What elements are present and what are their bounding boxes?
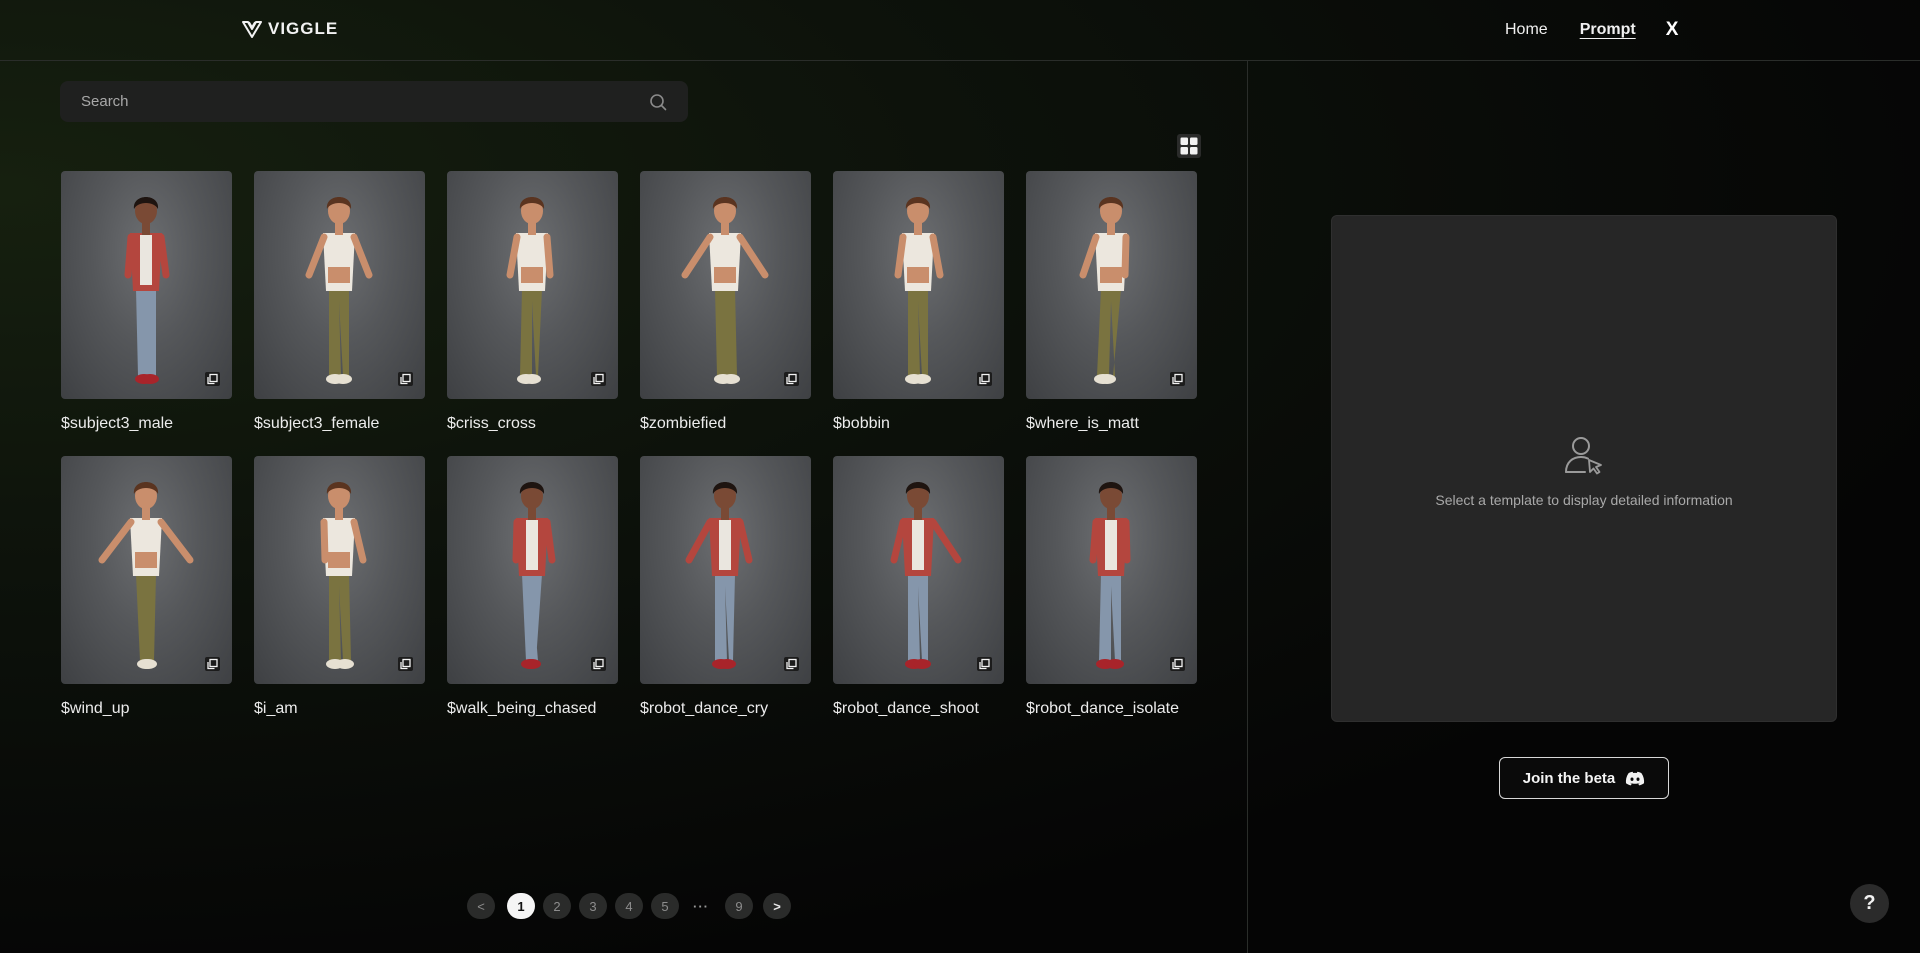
page-button[interactable]: 2 [543,893,571,919]
search-input[interactable] [60,81,688,122]
copy-icon[interactable] [784,372,799,386]
template-name: $robot_dance_shoot [833,700,979,717]
template-thumbnail[interactable] [640,456,811,684]
copy-icon[interactable] [1170,372,1185,386]
template-thumbnail[interactable] [640,171,811,399]
character-figure [506,197,554,384]
x-social-link[interactable]: X [1666,19,1679,41]
character-figure [681,197,769,384]
template-name: $zombiefied [640,415,727,432]
page-button[interactable]: 9 [725,893,753,919]
template-name: $bobbin [833,415,890,432]
character-figure [98,482,194,669]
template-name: $where_is_matt [1026,415,1139,432]
search-bar [60,81,688,122]
nav-home-link[interactable]: Home [1505,21,1548,39]
page-button[interactable]: 4 [615,893,643,919]
template-card[interactable]: $subject3_female [254,171,425,433]
template-name: $criss_cross [447,415,536,432]
character-figure [320,482,367,669]
template-name: $wind_up [61,700,130,717]
copy-icon[interactable] [977,372,992,386]
template-thumbnail[interactable] [254,456,425,684]
template-name: $robot_dance_cry [640,700,769,717]
user-select-icon [1565,437,1602,475]
template-name: $subject3_male [61,415,174,432]
prev-page-button[interactable]: < [467,893,495,919]
template-detail-panel: Select a template to display detailed in… [1331,215,1837,722]
copy-icon[interactable] [398,372,413,386]
character-figure [512,482,556,669]
join-beta-button[interactable]: Join the beta [1499,757,1669,799]
logo-text: VIGGLE [268,19,339,38]
copy-icon[interactable] [591,372,606,386]
viggle-logo-icon [242,21,262,38]
template-thumbnail[interactable] [447,456,618,684]
copy-icon[interactable] [1170,657,1185,671]
template-card[interactable]: $wind_up [61,456,232,718]
copy-icon[interactable] [784,657,799,671]
template-thumbnail[interactable] [61,171,232,399]
template-name: $robot_dance_isolate [1026,700,1180,717]
detail-empty-text: Select a template to display detailed in… [1435,492,1733,508]
character-figure [1079,197,1130,384]
template-thumbnail[interactable] [833,171,1004,399]
template-card[interactable]: $criss_cross [447,171,618,433]
character-figure [1089,482,1131,669]
template-card[interactable]: $walk_being_chased [447,456,618,718]
page-button[interactable]: 5 [651,893,679,919]
copy-icon[interactable] [977,657,992,671]
template-card[interactable]: $i_am [254,456,425,718]
character-figure [124,197,170,384]
template-card[interactable]: $subject3_male [61,171,232,433]
next-page-button[interactable]: > [763,893,791,919]
nav-prompt-link[interactable]: Prompt [1580,21,1636,39]
template-card[interactable]: $where_is_matt [1026,171,1197,433]
search-icon[interactable] [649,93,667,111]
template-thumbnail[interactable] [254,171,425,399]
template-card[interactable]: $robot_dance_cry [640,456,811,718]
page-button[interactable]: 1 [507,893,535,919]
template-thumbnail[interactable] [833,456,1004,684]
character-figure [894,197,944,384]
join-beta-label: Join the beta [1522,769,1616,787]
template-thumbnail[interactable] [61,456,232,684]
template-name: $i_am [254,700,298,717]
top-bar: VIGGLE Home Prompt X [0,0,1920,61]
copy-icon[interactable] [398,657,413,671]
viggle-logo[interactable]: VIGGLE [242,19,338,39]
discord-icon [1626,771,1645,785]
copy-icon[interactable] [205,657,220,671]
template-card[interactable]: $robot_dance_isolate [1026,456,1197,718]
template-card[interactable]: $robot_dance_shoot [833,456,1004,718]
template-thumbnail[interactable] [1026,456,1197,684]
copy-icon[interactable] [591,657,606,671]
template-name: $walk_being_chased [447,700,597,717]
page-button[interactable]: 3 [579,893,607,919]
template-card[interactable]: $zombiefied [640,171,811,433]
character-figure [305,197,373,384]
character-figure [685,482,753,669]
template-name: $subject3_female [254,415,380,432]
grid-view-icon[interactable] [1177,134,1201,158]
help-button[interactable]: ? [1850,884,1889,923]
panel-divider [1247,61,1248,953]
page-ellipsis: ··· [693,898,709,914]
template-thumbnail[interactable] [1026,171,1197,399]
character-figure [890,482,962,669]
template-thumbnail[interactable] [447,171,618,399]
template-card[interactable]: $bobbin [833,171,1004,433]
top-nav: Home Prompt X [1505,19,1678,41]
copy-icon[interactable] [205,372,220,386]
